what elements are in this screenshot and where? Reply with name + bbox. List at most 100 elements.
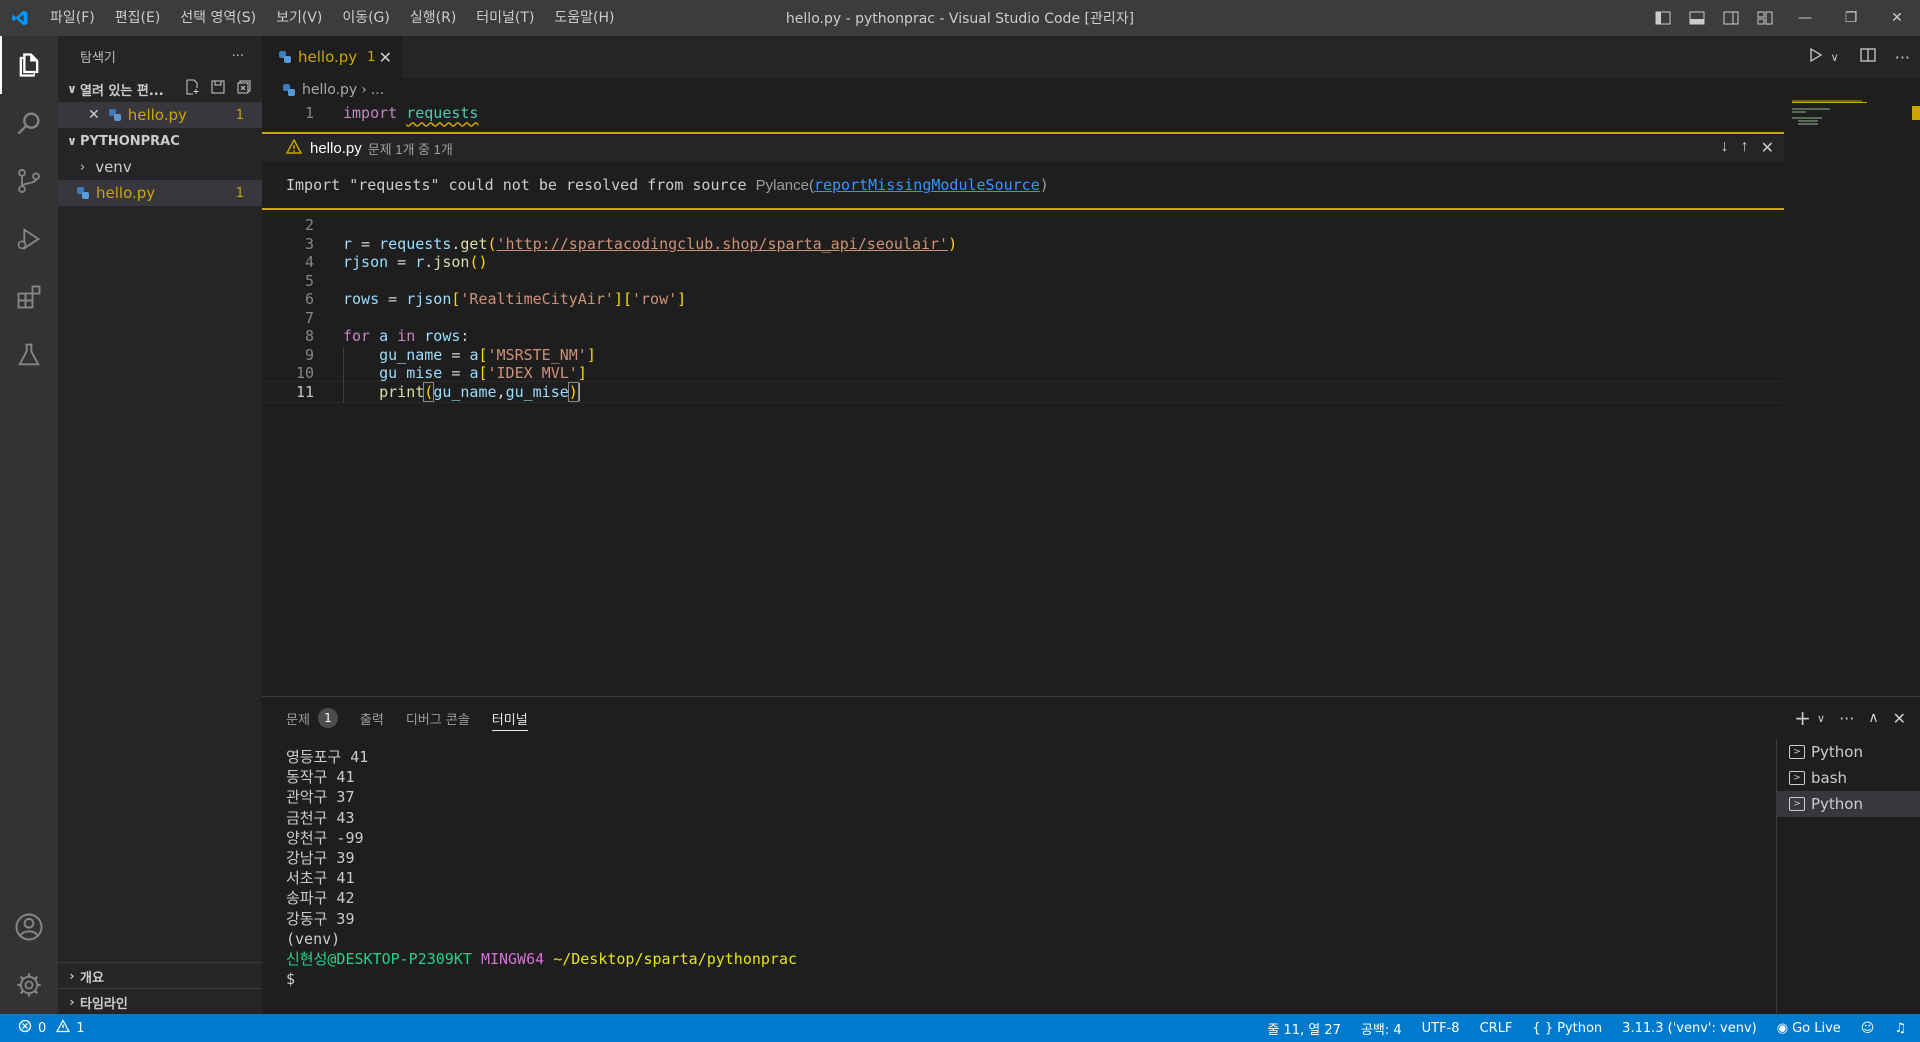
save-all-icon[interactable] xyxy=(210,79,226,99)
outline-section[interactable]: › 개요 xyxy=(58,963,262,989)
warning-icon xyxy=(56,1019,71,1037)
terminal-line: 관악구 37 xyxy=(286,788,355,807)
editor-more-icon[interactable]: ··· xyxy=(1895,48,1910,67)
run-debug-icon[interactable] xyxy=(0,210,58,268)
open-editors-section[interactable]: ∨ 열려 있는 편... xyxy=(58,76,262,102)
search-icon[interactable] xyxy=(0,94,58,152)
open-editor-item[interactable]: ✕ hello.py 1 xyxy=(58,102,262,128)
chevron-right-icon: › xyxy=(80,159,86,175)
line-number: 11 xyxy=(295,382,314,401)
terminal-line: 양천구 -99 xyxy=(286,828,364,847)
menu-bar: 파일(F) 편집(E) 선택 영역(S) 보기(V) 이동(G) 실행(R) 터… xyxy=(40,0,625,36)
braces-icon: { } xyxy=(1532,1020,1554,1036)
indent-guide xyxy=(343,347,344,403)
tab-problems[interactable]: 문제 1 xyxy=(286,697,338,739)
testing-icon[interactable] xyxy=(0,326,58,384)
terminal-line: 영등포구 41 xyxy=(286,748,369,766)
menu-run[interactable]: 실행(R) xyxy=(400,0,466,36)
cursor-position[interactable]: 줄 11, 열 27 xyxy=(1267,1019,1341,1038)
close-tab-icon[interactable]: ✕ xyxy=(379,48,392,67)
accounts-icon[interactable] xyxy=(0,898,58,956)
tab-output[interactable]: 출력 xyxy=(360,697,384,739)
breadcrumb-more[interactable]: ... xyxy=(371,82,384,98)
python-interpreter[interactable]: 3.11.3 ('venv': venv) xyxy=(1622,1021,1757,1036)
menu-file[interactable]: 파일(F) xyxy=(40,0,105,36)
chevron-down-icon: ∨ xyxy=(67,134,77,148)
extensions-icon[interactable] xyxy=(0,268,58,326)
code-editor[interactable]: 1 import requests hello.py 문제 1개 중 1개 ↓ … xyxy=(262,102,1784,602)
menu-terminal[interactable]: 터미널(T) xyxy=(466,0,544,36)
previous-problem-icon[interactable]: ↑ xyxy=(1741,138,1749,158)
tab-terminal[interactable]: 터미널 xyxy=(491,697,528,739)
problems-count-badge: 1 xyxy=(317,708,338,728)
menu-edit[interactable]: 편집(E) xyxy=(105,0,171,36)
menu-go[interactable]: 이동(G) xyxy=(332,0,400,36)
minimap[interactable] xyxy=(1792,100,1902,140)
menu-view[interactable]: 보기(V) xyxy=(266,0,332,36)
terminal-item-label: Python xyxy=(1811,795,1863,813)
problem-peek-widget: hello.py 문제 1개 중 1개 ↓ ↑ ✕ Import "reques… xyxy=(262,132,1784,210)
debug-tab-label: 디버그 콘솔 xyxy=(405,712,470,728)
tab-debug-console[interactable]: 디버그 콘솔 xyxy=(406,697,470,739)
open-editors-label: 열려 있는 편... xyxy=(80,83,164,99)
split-editor-icon[interactable] xyxy=(1859,46,1877,68)
restore-icon[interactable]: ❐ xyxy=(1828,0,1874,36)
close-editor-icon[interactable]: ✕ xyxy=(88,107,100,123)
terminal-item-python-active[interactable]: > Python xyxy=(1777,791,1920,817)
explorer-icon[interactable] xyxy=(0,36,58,94)
feedback-icon[interactable]: ☺ xyxy=(1861,1021,1875,1036)
tab-problem-count: 1 xyxy=(367,49,376,65)
terminal-line: 동작구 41 xyxy=(286,768,355,787)
project-section[interactable]: ∨ PYTHONPRAC xyxy=(58,128,262,154)
go-live-button[interactable]: ◉ Go Live xyxy=(1777,1021,1841,1036)
new-file-icon[interactable] xyxy=(184,79,200,99)
close-window-icon[interactable]: ✕ xyxy=(1874,0,1920,36)
source-control-icon[interactable] xyxy=(0,152,58,210)
chevron-down-icon[interactable]: ∨ xyxy=(1831,51,1839,64)
notifications-bell-icon[interactable]: ♫ xyxy=(1894,1021,1906,1036)
close-all-icon[interactable] xyxy=(236,79,252,99)
maximize-panel-icon[interactable]: ∧ xyxy=(1868,710,1878,726)
encoding[interactable]: UTF-8 xyxy=(1422,1021,1460,1036)
folder-item-venv[interactable]: › venv xyxy=(58,154,262,180)
end-of-line[interactable]: CRLF xyxy=(1480,1021,1513,1036)
toggle-sidebar-icon[interactable] xyxy=(1646,0,1680,36)
broadcast-icon: ◉ xyxy=(1776,1020,1789,1036)
customize-layout-icon[interactable] xyxy=(1748,0,1782,36)
terminal-list: > Python > bash > Python xyxy=(1776,739,1920,1015)
menu-selection[interactable]: 선택 영역(S) xyxy=(170,0,266,36)
indentation[interactable]: 공백: 4 xyxy=(1361,1019,1402,1038)
terminal-item-bash[interactable]: > bash xyxy=(1777,765,1920,791)
new-terminal-icon[interactable]: + xyxy=(1794,706,1811,730)
more-actions-icon[interactable]: ··· xyxy=(232,49,244,64)
breadcrumb-file[interactable]: hello.py xyxy=(302,82,357,98)
close-panel-icon[interactable]: ✕ xyxy=(1893,709,1906,728)
chevron-down-icon: ∨ xyxy=(67,82,77,96)
menu-help[interactable]: 도움말(H) xyxy=(544,0,624,36)
warning-icon xyxy=(285,138,303,158)
chevron-right-icon: › xyxy=(69,995,75,1009)
status-bar: 0 1 줄 11, 열 27 공백: 4 UTF-8 CRLF { } Pytho… xyxy=(0,1014,1920,1042)
terminal-output[interactable]: 영등포구 41 동작구 41 관악구 37 금천구 43 양천구 -99 강남구… xyxy=(286,747,797,989)
run-python-icon[interactable] xyxy=(1807,46,1825,68)
timeline-section[interactable]: › 타임라인 xyxy=(58,989,262,1015)
tab-hello-py[interactable]: hello.py 1 ✕ xyxy=(262,36,402,78)
panel-more-icon[interactable]: ··· xyxy=(1839,709,1854,728)
peek-rule-link[interactable]: reportMissingModuleSource xyxy=(814,176,1040,194)
editor-area: hello.py 1 ✕ ∨ ··· hello.py › ... 1 impo… xyxy=(262,36,1920,696)
toggle-panel-icon[interactable] xyxy=(1680,0,1714,36)
settings-gear-icon[interactable] xyxy=(0,956,58,1014)
minimize-icon[interactable]: — xyxy=(1782,0,1828,36)
error-icon xyxy=(18,1019,32,1037)
next-problem-icon[interactable]: ↓ xyxy=(1721,138,1729,158)
peek-count: 문제 1개 중 1개 xyxy=(367,141,453,157)
close-peek-icon[interactable]: ✕ xyxy=(1761,138,1774,158)
toggle-secondary-sidebar-icon[interactable] xyxy=(1714,0,1748,36)
vscode-logo-icon xyxy=(0,0,40,36)
file-item-hello[interactable]: hello.py 1 xyxy=(58,180,262,206)
terminal-item-python[interactable]: > Python xyxy=(1777,739,1920,765)
chevron-down-icon[interactable]: ∨ xyxy=(1817,712,1825,725)
language-mode[interactable]: { } Python xyxy=(1532,1021,1602,1036)
problems-status[interactable]: 0 1 xyxy=(0,1019,85,1037)
prompt-shell: MINGW64 xyxy=(480,950,545,969)
